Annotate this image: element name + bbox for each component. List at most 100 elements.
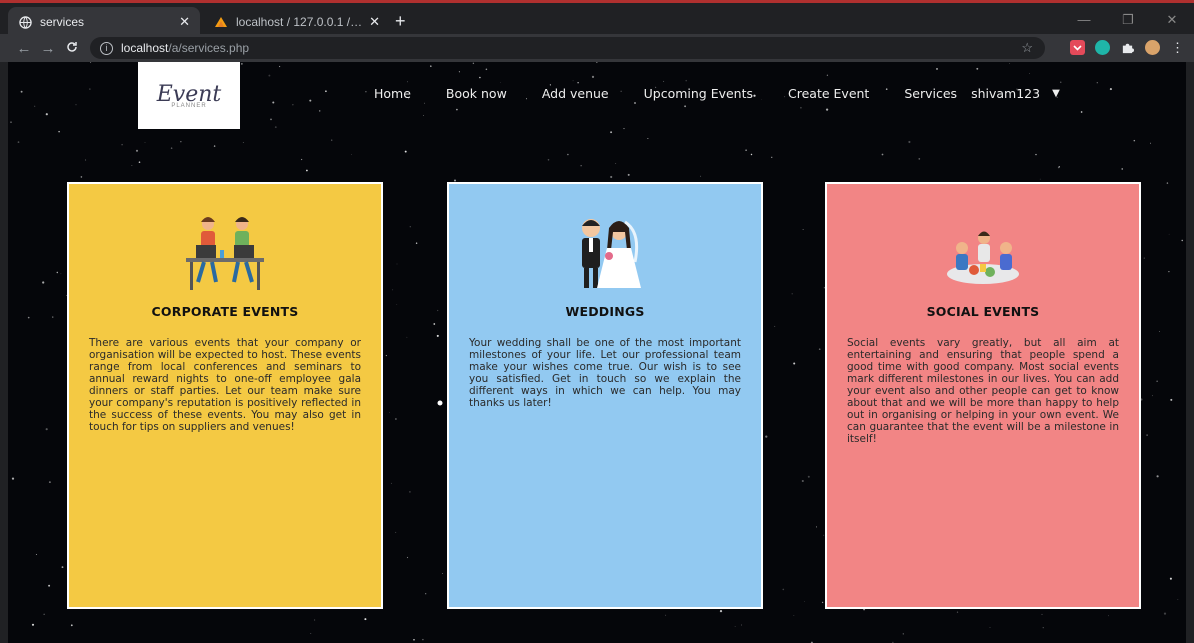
star [1156,475,1159,478]
username: shivam123 [971,86,1041,101]
url-input[interactable]: i localhost/a/services.php ☆ [90,37,1045,59]
star [131,165,133,166]
new-tab-button[interactable]: + [395,11,406,32]
star [415,242,418,244]
star [121,143,123,146]
nav-book-now[interactable]: Book now [446,86,507,101]
card-weddings: WEDDINGS Your wedding shall be one of th… [447,182,763,609]
star [719,610,723,613]
star [436,334,439,337]
nav-upcoming-events[interactable]: Upcoming Events [644,86,753,101]
star [1159,331,1160,333]
star [272,101,275,104]
star [144,142,146,143]
card-text: There are various events that your compa… [89,337,361,433]
star [425,593,427,595]
star-icon[interactable]: ☆ [1021,40,1033,56]
logo-sub: PLANNER [171,103,207,109]
star [60,273,62,275]
star [918,158,921,160]
star [31,623,35,626]
nav-home[interactable]: Home [374,86,411,101]
star [750,153,753,156]
star [70,624,73,627]
close-window-icon[interactable]: ✕ [1150,3,1194,37]
star [390,482,392,484]
star [782,588,785,591]
star [1080,111,1083,113]
star [274,126,277,129]
star [1146,434,1148,436]
reload-icon[interactable] [60,40,84,57]
star [456,108,458,111]
star [385,355,387,357]
star [52,316,54,318]
pocket-icon[interactable] [1070,40,1085,55]
star [43,613,45,615]
star [1177,599,1179,600]
star [1029,73,1030,74]
minimize-icon[interactable]: — [1062,3,1106,37]
star [20,90,23,93]
star [771,156,773,158]
star [740,624,743,626]
star [268,74,271,77]
star [395,418,397,420]
star [351,154,352,155]
puzzle-icon[interactable] [1120,40,1135,55]
star [135,149,139,152]
nav-add-venue[interactable]: Add venue [542,86,609,101]
star [793,615,795,616]
maximize-icon[interactable]: ❐ [1106,3,1150,37]
star [35,554,37,555]
star [89,88,91,90]
user-menu[interactable]: shivam123 ▼ [971,86,1060,101]
star [684,105,687,108]
star [27,316,30,319]
star [793,362,796,365]
star [572,80,574,82]
star [591,75,595,79]
star [595,62,598,63]
profile-avatar[interactable] [1145,40,1160,55]
star [908,140,911,144]
star [11,477,15,480]
star [936,67,938,70]
star [663,80,665,82]
star [170,147,173,149]
star [395,531,397,533]
star [1168,270,1170,273]
menu-kebab-icon[interactable]: ⋮ [1170,40,1185,55]
star [90,62,92,63]
star [610,175,613,179]
info-icon[interactable]: i [100,41,113,55]
site-logo[interactable]: Event PLANNER [138,62,240,129]
star [404,150,407,153]
star [306,169,308,172]
extension-m-icon[interactable] [1095,40,1110,55]
tab-phpmyadmin[interactable]: localhost / 127.0.0.1 / eventmana ✕ [204,7,390,37]
star [365,90,367,93]
star [34,105,36,107]
nav-services[interactable]: Services [904,86,957,101]
star [1166,182,1169,184]
star [423,102,425,104]
forward-arrow-icon[interactable]: → [36,40,60,57]
star [1035,153,1037,156]
star [310,633,312,634]
star [500,82,501,83]
star [745,149,747,152]
tab-services[interactable]: services ✕ [8,7,200,37]
nav-create-event[interactable]: Create Event [788,86,869,101]
star [364,618,367,621]
star [802,228,804,230]
star [61,566,64,569]
star [409,226,411,228]
close-icon[interactable]: ✕ [369,14,380,30]
star [409,491,411,493]
star [685,79,687,82]
url-path: /a/services.php [168,41,250,55]
back-arrow-icon[interactable]: ← [12,40,36,57]
close-icon[interactable]: ✕ [179,14,190,30]
globe-icon [18,15,32,29]
